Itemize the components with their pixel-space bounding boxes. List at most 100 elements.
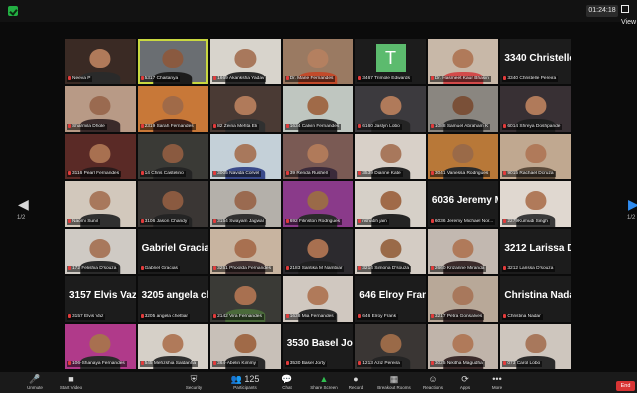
participant-tile[interactable]: 82 Zeina Mehta Eli [210,86,281,132]
participant-tile[interactable]: 3205 angela che... 3205 angela chettiar [137,276,209,322]
participant-tile[interactable]: 3214 Simona D'souza [355,228,426,275]
participant-tile[interactable]: 073 Carol Lobo [500,323,571,369]
participant-tile[interactable]: 1088 Samuel Abraham K [427,86,499,132]
participant-tile[interactable]: 2279Kumudi Singh [500,181,571,227]
person-head [162,48,184,69]
participant-tile[interactable]: 14 Chris Castelino [137,133,209,180]
muted-mic-icon [430,313,434,318]
person-head [379,96,402,116]
participant-tile[interactable]: 106-Shanaya Fernandes [65,323,136,369]
muted-mic-icon [358,123,362,128]
participant-tile[interactable]: 3212 Larissa D's... 3212 Larissa D'souza [500,228,571,275]
participant-tile[interactable]: 39 Renda Rushell [282,133,354,180]
participant-tile[interactable]: 3005 Navida Corvel [210,133,281,180]
muted-mic-icon [358,171,362,176]
participant-tile[interactable]: 3340 Christelle... 3340 Christelle Pereir… [500,39,571,85]
participant-tile[interactable]: 1634 Calvin Fernandes [282,86,354,132]
participant-tile[interactable]: 2660 Krizanne Miranda [427,228,499,275]
participant-tile[interactable]: T 3467 Trimole Edwards [355,39,426,85]
person-head [234,48,256,69]
more-button[interactable]: ••• More [484,374,510,391]
participant-tile[interactable]: 364-Abelin Kimmy [210,323,281,369]
grid-view-icon [621,5,629,13]
person-head [89,143,111,163]
participant-name: 1213 Aziz Pereira [362,360,400,366]
person-head [525,143,547,163]
participant-name-label: 39 Renda Rushell [284,171,330,178]
participant-name-label: Neeva P [67,76,93,83]
muted-mic-icon [68,360,71,365]
participant-tile[interactable]: 3116 Pearl Fernandes [65,133,136,180]
muted-mic-icon [503,171,507,176]
participant-name: Sharmila Dhole [72,123,105,129]
previous-page-button[interactable]: ◀ [18,196,29,213]
participant-name-label: Christina Nadar [502,313,543,320]
meeting-timer: 01:24:18 [586,5,618,17]
participant-name-label: 1669 Akanksha Yadav [212,76,267,83]
participant-name: 2183 Santika M Nambiar [289,266,343,272]
participant-tile[interactable]: 6014 Shreya Doshpande [500,86,571,132]
encryption-shield-icon[interactable] [8,6,18,16]
person-head [162,96,184,116]
participant-tile[interactable]: Neeva P [65,39,136,85]
participant-tile[interactable]: Sharmila Dhole [65,86,136,132]
record-button[interactable]: ● Record [342,374,370,391]
participant-tile[interactable]: 172 Felishia D'souza [65,228,136,275]
participant-tile[interactable]: Dr. Hasmeet Kaur Bhasin [427,39,499,85]
participant-display-name: Christina Nadar [504,290,571,302]
participant-tile[interactable]: 545 Mehzshia Saldanha [137,323,209,369]
participant-tile[interactable]: 3539 Dianne Kate [355,133,426,180]
participant-tile[interactable]: Naomi Sunil [65,181,136,227]
participant-tile[interactable]: 1638 Mia Fernandes [282,276,354,322]
muted-mic-icon [358,360,362,365]
participant-tile[interactable]: 3157 Elvis Vaz 3157 Elvis Vaz [65,276,136,322]
participant-tile[interactable]: 3251 Phoolda Fernandes [210,228,281,275]
participant-tile[interactable]: Christina Nadar Christina Nadar [500,276,571,322]
participant-tile[interactable]: 9015 Rachael Dcruza [500,133,571,180]
participant-name-label: 3467 Trimole Edwards [357,76,412,83]
participant-tile[interactable]: 2142 Vira Fernandes [210,276,281,322]
participant-tile[interactable]: 2319 Sarah Fernandes [137,86,209,132]
participant-name: 3530 Basel Jorty [289,360,326,366]
video-button[interactable]: ■ Start Video [52,374,90,391]
next-page-button[interactable]: ▶ [628,196,637,213]
gallery-view: Neeva P 5317 Chaitanya 1669 Akanksha Yadav… [64,38,572,370]
participant-tile[interactable]: rishabh jain [355,181,426,227]
participant-tile[interactable]: Dr. Marie Fernandes [282,39,354,85]
muted-mic-icon [503,123,507,128]
apps-button[interactable]: ⟳ Apps [452,374,478,391]
participant-tile[interactable]: 6160 Jaslyn Lobo [355,86,426,132]
person-head [162,191,184,211]
participants-button[interactable]: 👥 125 Participants [224,374,266,391]
participant-tile[interactable]: 3106 Jason Chandy [137,181,209,227]
mute-button[interactable]: 🎤 Unmute [18,374,52,391]
participant-tile[interactable]: 2183 Santika M Nambiar [282,228,354,275]
muted-mic-icon [430,76,434,81]
reactions-button[interactable]: ☺ Reactions [418,374,448,391]
participant-name: 646 Elroy Frank [362,313,397,319]
participant-tile[interactable]: 3217 Petra Gonsalves [427,276,499,322]
participant-tile[interactable]: Gabriel Gracias Gabriel Gracias [137,228,209,275]
participant-tile[interactable]: 3041 Vanessa Rodrigues [427,133,499,180]
participant-display-name: 3212 Larissa D's... [504,242,571,254]
participant-tile[interactable]: 1669 Akanksha Yadav [210,39,281,85]
chat-button[interactable]: 💬 Chat [272,374,302,391]
participant-tile[interactable]: 3154 Swayam Jagwal [210,181,281,227]
participant-display-name: 3157 Elvis Vaz [69,290,136,302]
share-screen-button[interactable]: ▲ Share Screen [306,374,342,391]
muted-mic-icon [358,313,362,318]
participant-tile[interactable]: 5317 Chaitanya [137,39,209,85]
participant-tile[interactable]: 692 Filinston Rodrigues [282,181,354,227]
participant-tile[interactable]: 3530 Basel Jorty 3530 Basel Jorty [282,323,354,369]
participant-tile[interactable]: 3025 Nikitha Magudha [427,323,499,369]
end-meeting-button[interactable]: End [616,381,635,391]
view-button[interactable]: View [621,5,637,26]
participant-name-label: 106-Shanaya Fernandes [67,360,127,367]
security-button[interactable]: ⛨ Security [176,374,212,391]
breakout-rooms-button[interactable]: ▦ Breakout Rooms [374,374,414,391]
apps-label: Apps [459,385,471,390]
muted-mic-icon [503,76,507,81]
participant-tile[interactable]: 646 Elroy Frank 646 Elroy Frank [355,276,426,322]
participant-tile[interactable]: 1213 Aziz Pereira [355,323,426,369]
participant-tile[interactable]: 6036 Jeremy Mi... 6036 Jeremy Michael Nor… [427,181,499,227]
